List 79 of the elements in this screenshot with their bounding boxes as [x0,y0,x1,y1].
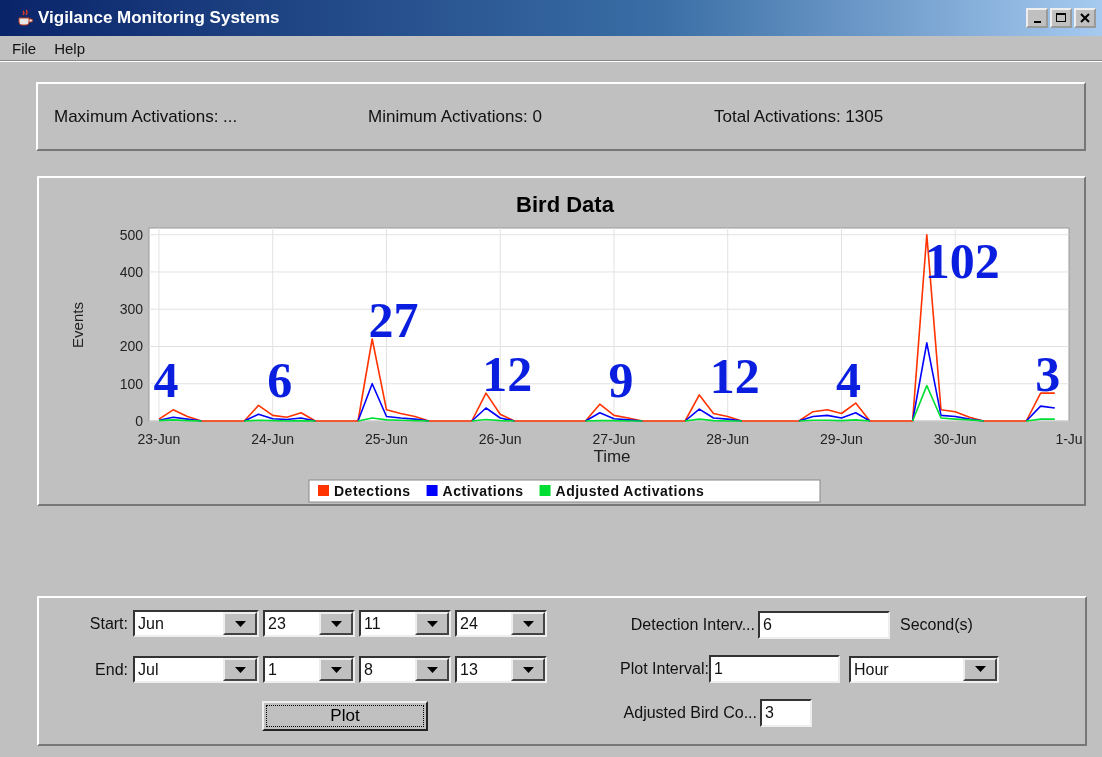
dropdown-arrow-button[interactable] [223,658,257,681]
field-label: Plot Interval: [619,660,709,678]
count-label: 3 [1035,346,1061,403]
x-tick-label: 1-Ju [1055,431,1083,447]
dropdown[interactable]: 8 [359,656,451,683]
y-axis-label: Events [69,302,86,348]
dropdown-arrow-button[interactable] [511,658,545,681]
x-tick-label: 29-Jun [820,431,863,447]
caret-icon [522,666,534,673]
maximize-icon [1056,13,1066,23]
caret-icon [426,666,438,673]
count-label: 4 [153,352,179,408]
legend-label: Adjusted Activations [555,483,705,499]
legend-label: Detections [334,483,411,499]
legend-label: Activations [442,483,524,499]
x-tick-label: 25-Jun [365,431,408,447]
y-tick-label: 0 [135,413,143,429]
field-label: Adjusted Bird Co... [622,704,757,722]
dropdown[interactable]: 24 [455,610,547,637]
dropdown[interactable]: 23 [263,610,355,637]
field-label: Start: [88,614,128,633]
y-tick-label: 200 [119,338,143,355]
plot-button[interactable]: Plot [262,701,428,731]
summary-text: Minimum Activations: 0 [368,106,543,127]
x-tick-label: 24-Jun [251,431,295,447]
dropdown-arrow-button[interactable] [319,658,353,681]
count-label: 6 [267,352,293,408]
count-label: 27 [368,292,419,349]
count-label: 12 [709,348,760,405]
close-button[interactable] [1074,8,1096,28]
y-tick-label: 400 [119,263,143,280]
field-label: End: [94,660,128,679]
caret-icon [234,666,246,673]
dropdown-arrow-button[interactable] [963,657,997,681]
caret-icon [330,666,342,673]
x-tick-label: 30-Jun [933,431,977,447]
x-axis-label: Time [593,447,631,466]
minimize-icon [1033,20,1041,23]
menu-item[interactable]: File [3,39,46,57]
dropdown-arrow-button[interactable] [223,612,257,635]
caret-icon [974,666,986,672]
input-field[interactable]: 6 [758,611,890,639]
dropdown[interactable]: Jun [133,610,259,637]
dropdown-arrow-button[interactable] [415,658,449,681]
dropdown[interactable]: 13 [455,656,547,683]
dropdown-arrow-button[interactable] [511,612,545,635]
dropdown[interactable]: 1 [263,656,355,683]
maximize-button[interactable] [1050,8,1072,28]
caret-icon [426,620,438,627]
close-icon [1080,13,1090,23]
input-field[interactable]: 1 [709,655,840,683]
caret-icon [522,620,534,627]
menu-item[interactable]: Help [45,39,95,57]
dropdown-arrow-button[interactable] [319,612,353,635]
y-tick-label: 300 [119,301,143,318]
x-tick-label: 28-Jun [706,431,750,447]
y-tick-label: 500 [119,226,143,243]
count-label: 9 [608,352,634,408]
dropdown[interactable]: Jul [133,656,259,683]
y-tick-label: 100 [119,375,143,392]
x-tick-label: 26-Jun [478,431,522,447]
count-label: 4 [836,352,862,408]
coffee-cup-icon [16,9,34,27]
summary-text: Maximum Activations: ... [54,106,239,127]
caret-icon [234,620,246,627]
field-label: Detection Interv... [629,616,755,634]
summary-text: Total Activations: 1305 [714,106,884,127]
dropdown[interactable]: Hour [849,655,999,683]
input-field[interactable]: 3 [760,699,812,727]
minimize-button[interactable] [1026,8,1048,28]
x-tick-label: 27-Jun [592,431,636,447]
dropdown[interactable]: 11 [359,610,451,637]
unit-label: Second(s) [900,616,973,634]
x-tick-label: 23-Jun [137,431,181,447]
chart-title: Bird Data [516,192,614,217]
dropdown-arrow-button[interactable] [415,612,449,635]
window-title: Vigilance Monitoring Systems [38,8,281,28]
caret-icon [330,620,342,627]
count-label: 12 [482,346,533,403]
